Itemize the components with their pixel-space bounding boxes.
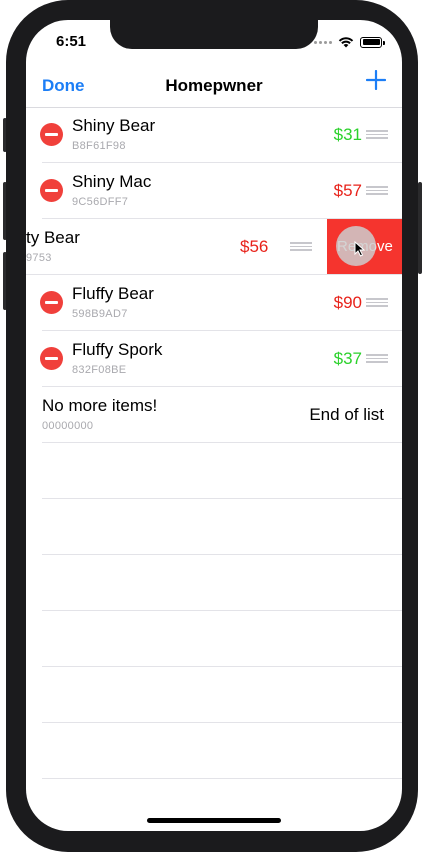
reorder-handle-icon[interactable] — [290, 242, 312, 251]
delete-control-icon[interactable] — [40, 179, 63, 202]
item-price: $90 — [333, 293, 362, 312]
item-name: Shiny Bear — [72, 116, 156, 135]
plus-icon[interactable] — [366, 70, 386, 90]
status-time: 6:51 — [56, 33, 87, 50]
item-serial: 598B9AD7 — [72, 308, 128, 320]
home-indicator[interactable] — [147, 818, 281, 823]
empty-row — [42, 723, 402, 779]
empty-row — [42, 443, 402, 499]
footer-serial: 00000000 — [42, 420, 94, 432]
table-row[interactable]: Fluffy Bear 598B9AD7 $90 — [40, 275, 402, 331]
table-row[interactable]: Shiny Mac 9C56DFF7 $57 — [40, 163, 402, 219]
reorder-handle-icon[interactable] — [366, 130, 388, 139]
footer-name: No more items! — [42, 396, 158, 415]
power-button — [418, 182, 422, 274]
table-row-swiped[interactable]: ty Bear 9753 $56 Remove — [26, 219, 402, 275]
item-price: $57 — [333, 181, 362, 200]
item-name: Fluffy Bear — [72, 284, 154, 303]
item-name: Shiny Mac — [72, 172, 152, 191]
notch — [110, 20, 318, 49]
delete-control-icon[interactable] — [40, 291, 63, 314]
swiped-row-content: ty Bear 9753 $56 — [26, 219, 326, 274]
item-price: $56 — [240, 237, 269, 256]
empty-row — [42, 611, 402, 667]
footer-right-label: End of list — [309, 405, 384, 424]
item-table: Shiny Bear B8F61F98 $31 Shiny Mac 9C56DF… — [26, 107, 402, 779]
empty-row — [42, 555, 402, 611]
item-price: $31 — [333, 125, 362, 144]
item-serial: 9753 — [26, 252, 52, 264]
empty-row — [42, 667, 402, 723]
battery-icon — [360, 36, 385, 48]
delete-control-icon[interactable] — [40, 123, 63, 146]
nav-title: Homepwner — [165, 76, 263, 95]
item-price: $37 — [333, 349, 362, 368]
reorder-handle-icon[interactable] — [366, 298, 388, 307]
status-icons — [314, 36, 385, 48]
signal-icon — [314, 40, 332, 44]
empty-row — [42, 499, 402, 555]
item-name: ty Bear — [26, 228, 80, 247]
item-name: Fluffy Spork — [72, 340, 163, 359]
wifi-icon — [338, 37, 354, 48]
reorder-handle-icon[interactable] — [366, 354, 388, 363]
navigation-bar: Done Homepwner — [26, 64, 402, 108]
reorder-handle-icon[interactable] — [366, 186, 388, 195]
item-serial: B8F61F98 — [72, 140, 126, 152]
table-row[interactable]: Shiny Bear B8F61F98 $31 — [40, 107, 402, 163]
pointer-cursor-icon — [354, 241, 366, 257]
table-row[interactable]: Fluffy Spork 832F08BE $37 — [40, 331, 402, 387]
screen: 6:51 Done Homepwner Shiny Bear B8F61F98 — [26, 20, 402, 831]
item-serial: 9C56DFF7 — [72, 196, 129, 208]
device-frame: 6:51 Done Homepwner Shiny Bear B8F61F98 — [0, 0, 425, 852]
end-of-list-row: No more items! 00000000 End of list — [42, 387, 402, 443]
item-serial: 832F08BE — [72, 364, 127, 376]
delete-control-icon[interactable] — [40, 347, 63, 370]
